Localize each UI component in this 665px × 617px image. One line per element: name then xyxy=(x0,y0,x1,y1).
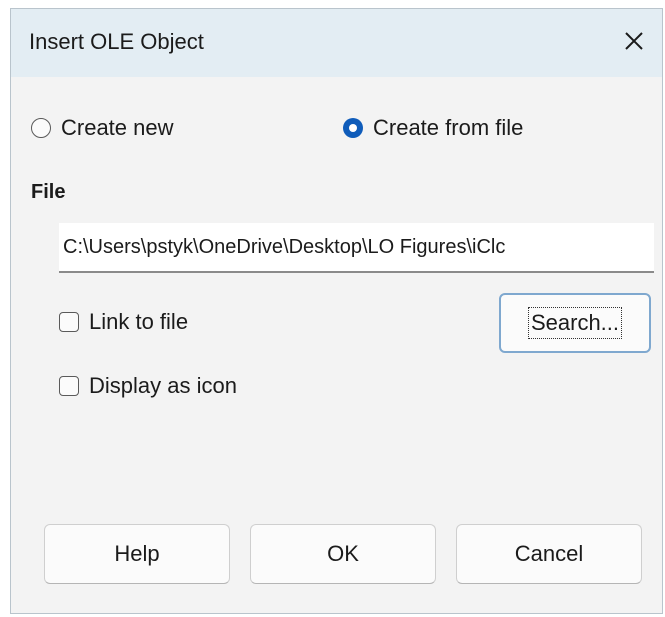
link-to-file-checkbox[interactable] xyxy=(59,312,79,332)
display-as-icon-label: Display as icon xyxy=(89,373,237,398)
create-new-radio[interactable] xyxy=(31,118,51,138)
create-from-file-radio-option[interactable]: Create from file xyxy=(343,115,523,141)
display-as-icon-checkbox[interactable] xyxy=(59,376,79,396)
file-section-label: File xyxy=(31,181,66,203)
dialog-title: Insert OLE Object xyxy=(29,29,204,54)
create-new-label: Create new xyxy=(61,115,174,140)
ok-button[interactable]: OK xyxy=(250,524,436,584)
search-button[interactable]: Search... xyxy=(499,293,651,353)
close-button[interactable] xyxy=(616,23,652,59)
create-new-radio-option[interactable]: Create new xyxy=(31,115,174,141)
file-path-input[interactable] xyxy=(59,223,654,271)
link-to-file-label: Link to file xyxy=(89,309,189,334)
search-button-label: Search... xyxy=(527,307,623,339)
file-path-field[interactable] xyxy=(59,223,654,273)
insert-ole-object-dialog: Insert OLE Object Create new Create from… xyxy=(10,8,663,614)
create-from-file-label: Create from file xyxy=(373,115,524,140)
display-as-icon-option[interactable]: Display as icon xyxy=(59,373,237,399)
create-from-file-radio[interactable] xyxy=(343,118,363,138)
close-icon xyxy=(625,32,643,50)
cancel-button[interactable]: Cancel xyxy=(456,524,642,584)
link-to-file-option[interactable]: Link to file xyxy=(59,309,188,335)
title-bar: Insert OLE Object xyxy=(11,9,662,77)
help-button[interactable]: Help xyxy=(44,524,230,584)
